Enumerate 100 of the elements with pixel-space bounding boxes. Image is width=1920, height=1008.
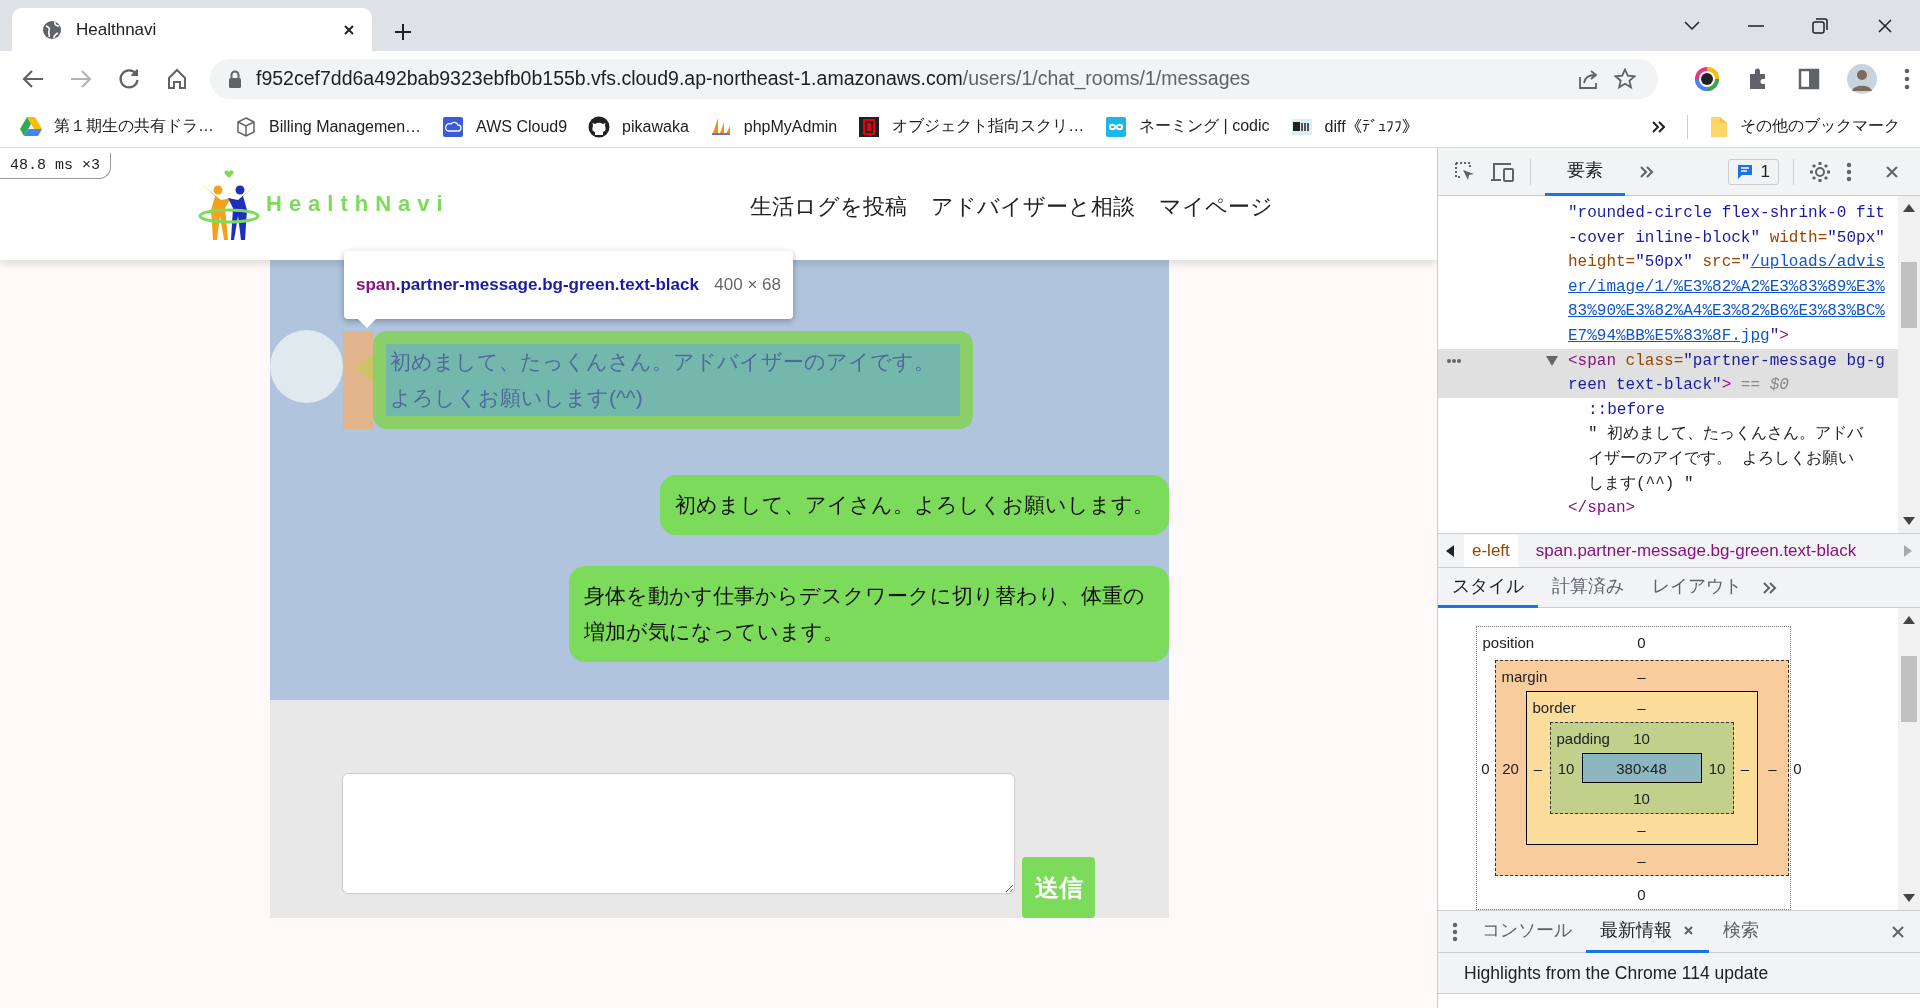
side-panel-icon[interactable] [1798, 67, 1820, 90]
scroll-thumb[interactable] [1901, 656, 1917, 722]
bookmark-folder[interactable]: その他のブックマーク [1710, 114, 1900, 139]
drawer-tab[interactable]: コンソール [1468, 910, 1586, 953]
box-label: margin [1500, 667, 1549, 685]
box-value: – [1637, 667, 1646, 685]
back-arrow-icon[interactable] [22, 68, 44, 89]
bookmark[interactable]: オブジェクト指向スクリ… [858, 115, 1085, 138]
box-label: padding [1555, 729, 1611, 747]
scroll-thumb[interactable] [1901, 261, 1917, 328]
caret-down-icon[interactable] [1684, 20, 1700, 31]
box-value: – [1637, 851, 1646, 869]
breadcrumb[interactable]: e-left [1464, 534, 1518, 567]
url-text: f952cef7dd6a492bab9323ebfb0b155b.vfs.cloud9.ap-northeast-1.amazonaws.com/users/1/chat_rooms/1/messages [256, 67, 1252, 90]
issues-badge[interactable]: 1 [1727, 158, 1779, 185]
scrollbar[interactable] [1898, 196, 1920, 533]
message-bubble: 初めまして、アイさん。よろしくお願いします。 [660, 475, 1169, 535]
box-value: 0 [1637, 633, 1646, 651]
restore-icon[interactable] [1812, 17, 1828, 34]
code-line[interactable]: E7%94%BB%E5%83%8F.jpg"> [1568, 323, 1789, 349]
code-line[interactable]: "rounded-circle flex-shrink-0 fit [1568, 201, 1885, 226]
settings-icon[interactable] [1808, 159, 1832, 184]
message-icon [1736, 163, 1753, 180]
box-value: 0 [1637, 885, 1646, 903]
camera-lens-icon[interactable] [1694, 65, 1720, 92]
styles-tab[interactable]: 計算済み [1538, 567, 1638, 608]
styles-tab[interactable]: レイアウト [1638, 567, 1756, 608]
box-value: – [1739, 759, 1751, 777]
performance-badge: 48.8 ms ×3 [0, 153, 111, 179]
box-value: 20 [1501, 759, 1520, 777]
infinity-icon [1105, 115, 1128, 138]
box-value: – [1532, 759, 1544, 777]
code-line[interactable]: height="50px" src="/uploads/advis [1568, 250, 1885, 275]
browser-tab[interactable]: Healthnavi [12, 8, 372, 51]
code-line[interactable]: -cover inline-block" width="50px" [1568, 225, 1885, 251]
device-icon[interactable] [1490, 160, 1516, 183]
box-value: – [1767, 759, 1778, 777]
code-line[interactable]: </span> [1568, 496, 1636, 521]
code-line[interactable]: er/image/1/%E3%82%A2%E3%83%89%E3% [1568, 274, 1885, 300]
box-value: 0 [1792, 759, 1803, 777]
scroll-up-icon [1903, 204, 1915, 212]
box-value: 10 [1707, 759, 1727, 777]
expand-triangle-icon[interactable] [1546, 355, 1558, 366]
minimize-icon[interactable] [1748, 24, 1764, 27]
bookmark[interactable]: diff《ﾃﾞｭﾌﾌ》 [1290, 115, 1418, 138]
home-icon[interactable] [166, 67, 188, 90]
nav-link[interactable]: アドバイザーと相談 [930, 192, 1135, 222]
code-line[interactable]: " 初めまして、たっくんさん。アドバ [1588, 422, 1864, 447]
scroll-left-icon[interactable] [1446, 544, 1454, 557]
scroll-down-icon [1903, 894, 1915, 902]
bookmark[interactable]: phpMyAdmin [709, 115, 838, 138]
cat-silhouette-icon [588, 115, 611, 138]
message-bubble: 身体を動かす仕事からデスクワークに切り替わり、体重の増加が気になっています。 [569, 566, 1169, 662]
cloud-icon [442, 115, 465, 138]
message-bubble: 初めまして、たっくんさん。アドバイザーのアイです。よろしくお願いします(^^) [373, 331, 973, 429]
drawer-tab[interactable]: 検索 [1709, 910, 1773, 953]
book-logo-icon [858, 115, 881, 138]
code-line[interactable]: 83%90%E3%82%A4%E3%82%B6%E3%83%BC% [1568, 299, 1885, 324]
more-menu-icon[interactable] [1846, 161, 1852, 182]
drive-icon [20, 115, 42, 138]
bookmark[interactable]: ネーミング | codic [1105, 115, 1270, 138]
share-icon[interactable] [1578, 68, 1600, 89]
styles-tab[interactable]: スタイル [1438, 567, 1538, 608]
address-bar[interactable]: f952cef7dd6a492bab9323ebfb0b155b.vfs.cloud9.ap-northeast-1.amazonaws.com/users/1/chat_rooms/1/messages [210, 58, 1658, 99]
scroll-up-icon [1903, 616, 1915, 624]
code-line[interactable]: ::before [1588, 397, 1665, 423]
close-icon [1682, 923, 1695, 937]
content-box: 380×48 [1581, 753, 1702, 783]
bookmark[interactable]: Billing Managemen… [235, 115, 422, 138]
bookmark[interactable]: AWS Cloud9 [442, 115, 568, 138]
code-line[interactable]: イザーのアイです。 よろしくお願い [1588, 446, 1854, 472]
reload-icon[interactable] [118, 67, 140, 90]
message-input[interactable] [342, 773, 1015, 894]
box-value: 0 [1480, 759, 1491, 777]
cube-icon [235, 115, 257, 138]
box-value: 10 [1633, 789, 1650, 807]
scrollbar[interactable] [1898, 608, 1920, 910]
code-line[interactable]: します(^^) " [1588, 471, 1694, 497]
double-chevron-icon[interactable] [1651, 119, 1665, 134]
close-icon[interactable] [342, 22, 356, 37]
box-label: position [1481, 633, 1536, 651]
avatar-icon[interactable] [1847, 63, 1877, 94]
globe-icon [42, 19, 62, 40]
breadcrumb[interactable]: span.partner-message.bg-green.text-black [1527, 534, 1865, 567]
drawer-message: Highlights from the Chrome 114 update [1438, 953, 1920, 994]
nav-link[interactable]: マイページ [1158, 192, 1273, 222]
box-value: – [1637, 698, 1646, 716]
nav-link[interactable]: 生活ログを投稿 [749, 192, 907, 222]
plus-icon[interactable] [394, 23, 412, 41]
box-value: 10 [1556, 759, 1576, 777]
bookmark[interactable]: 第１期生の共有ドラ… [20, 115, 214, 138]
more-menu-icon[interactable] [1904, 67, 1910, 90]
star-icon[interactable] [1614, 67, 1636, 90]
box-value: – [1637, 820, 1646, 838]
more-menu-icon[interactable] [1452, 921, 1458, 942]
box-value: 10 [1633, 729, 1650, 747]
panel-tab[interactable]: 要素 [1545, 147, 1625, 196]
bookmark[interactable]: pikawaka [588, 115, 689, 138]
dots-icon[interactable] [1446, 357, 1462, 364]
close-icon[interactable] [1876, 16, 1894, 35]
